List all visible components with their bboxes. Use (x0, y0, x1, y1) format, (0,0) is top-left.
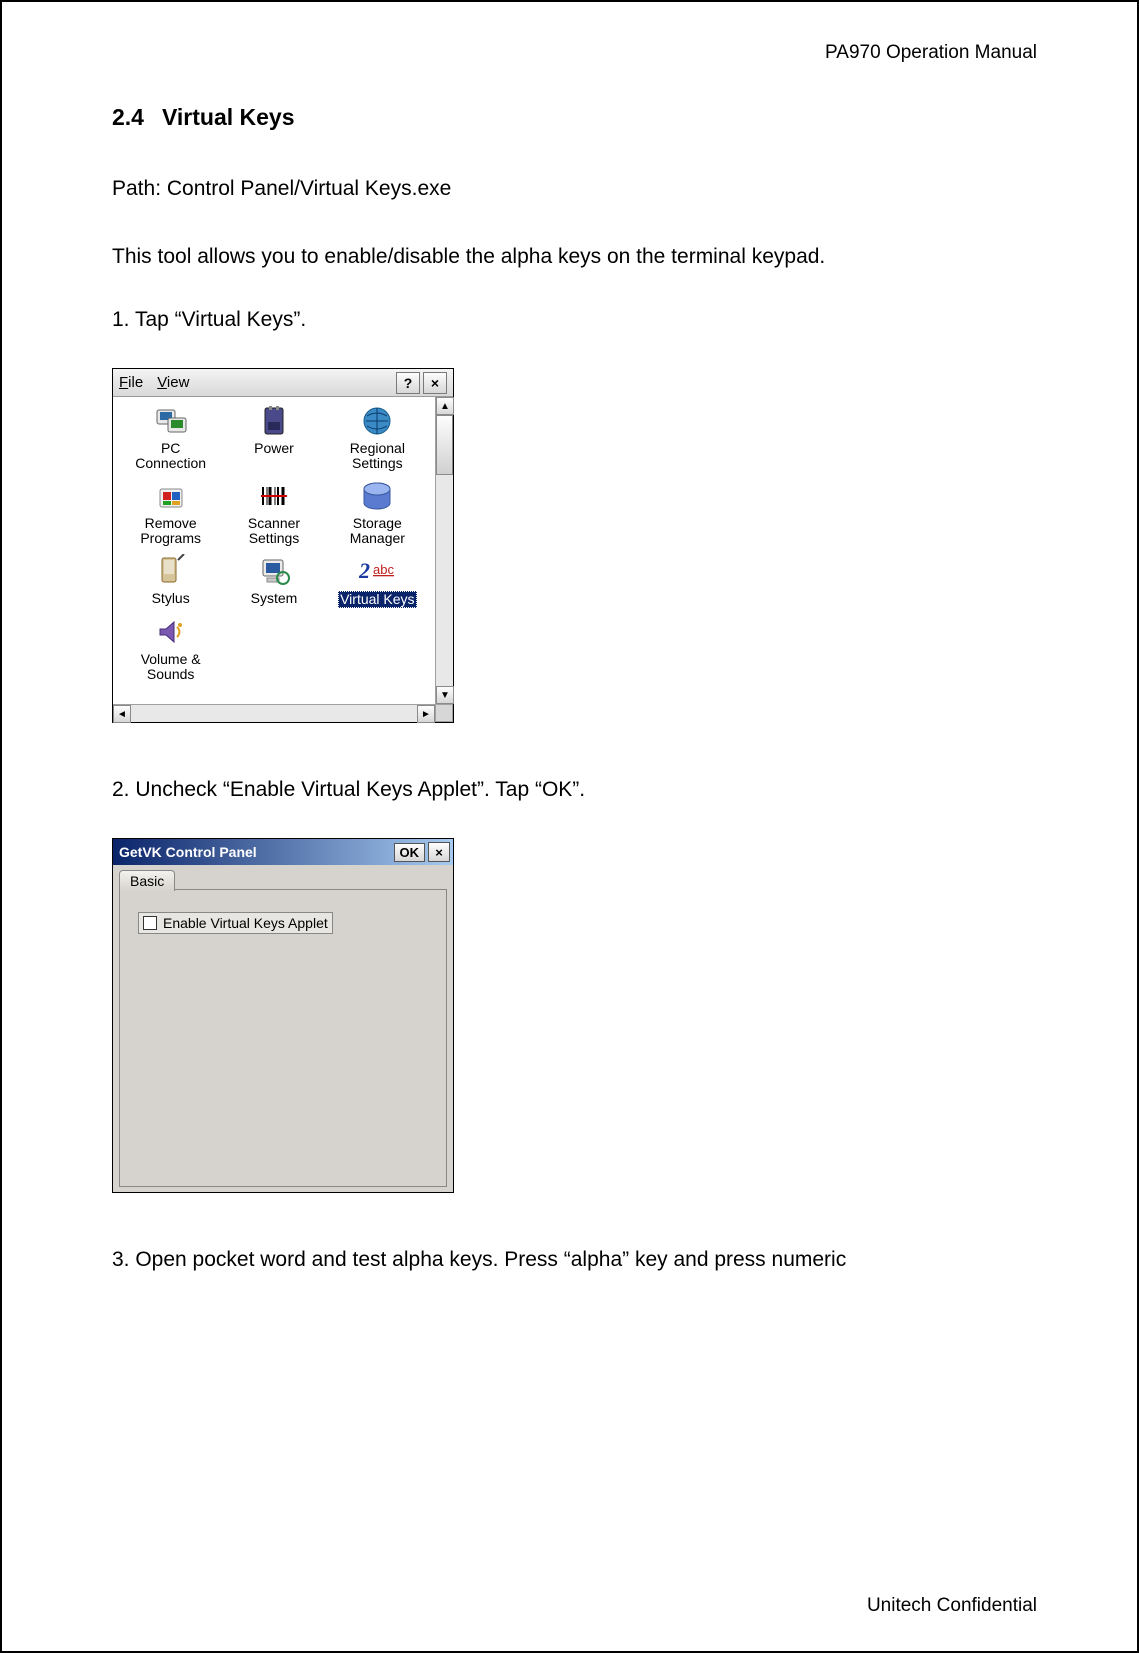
menubar: File View ? × (113, 369, 453, 397)
cp-item-regional-settings[interactable]: Regional Settings (328, 403, 427, 472)
cp-item-label: Scanner Settings (248, 516, 300, 547)
cp-item-label: PC Connection (135, 441, 206, 472)
cp-item-virtual-keys[interactable]: 2abc Virtual Keys (328, 553, 427, 608)
getvk-dialog-screenshot: GetVK Control Panel OK × Basic Enable Vi… (112, 838, 454, 1193)
step-3: 3. Open pocket word and test alpha keys.… (112, 1248, 1037, 1272)
vertical-scrollbar[interactable]: ▲ ▼ (435, 397, 453, 704)
scroll-up-icon[interactable]: ▲ (436, 397, 454, 415)
dialog-body: Basic Enable Virtual Keys Applet (113, 865, 453, 1192)
footer-confidential: Unitech Confidential (867, 1595, 1037, 1617)
cp-item-label: Regional Settings (350, 441, 405, 472)
path-line: Path: Control Panel/Virtual Keys.exe (112, 173, 1037, 205)
step-1: 1. Tap “Virtual Keys”. (112, 308, 1037, 332)
control-panel-body: PC Connection Power Regional Settings Remov… (113, 397, 435, 704)
storage-manager-icon (359, 478, 395, 514)
pc-connection-icon (153, 403, 189, 439)
menu-file[interactable]: File (119, 374, 143, 391)
horizontal-scrollbar[interactable]: ◄ ► (113, 704, 435, 722)
cp-item-label: Stylus (152, 591, 190, 606)
menu-view[interactable]: View (157, 374, 189, 391)
dialog-close-button[interactable]: × (428, 842, 450, 862)
stylus-icon (153, 553, 189, 589)
tab-basic[interactable]: Basic (119, 870, 175, 891)
power-icon (256, 403, 292, 439)
cp-item-remove-programs[interactable]: Remove Programs (121, 478, 220, 547)
tab-panel: Enable Virtual Keys Applet (119, 889, 447, 1187)
scroll-track-v[interactable] (436, 415, 453, 686)
ok-button[interactable]: OK (394, 843, 426, 862)
section-number: 2.4 (112, 104, 144, 130)
svg-text:abc: abc (373, 562, 394, 577)
cp-item-volume-sounds[interactable]: Volume & Sounds (121, 614, 220, 683)
remove-programs-icon (153, 478, 189, 514)
cp-item-label: Storage Manager (350, 516, 405, 547)
cp-item-pc-connection[interactable]: PC Connection (121, 403, 220, 472)
svg-text:2: 2 (359, 558, 370, 583)
cp-item-label: Remove Programs (140, 516, 201, 547)
help-button[interactable]: ? (396, 372, 420, 394)
doc-header-title: PA970 Operation Manual (112, 42, 1037, 64)
scroll-corner (435, 704, 453, 722)
cp-item-stylus[interactable]: Stylus (121, 553, 220, 608)
cp-item-power[interactable]: Power (224, 403, 323, 472)
dialog-titlebar: GetVK Control Panel OK × (113, 839, 453, 865)
scroll-down-icon[interactable]: ▼ (436, 686, 454, 704)
enable-vk-label: Enable Virtual Keys Applet (163, 915, 328, 931)
step-2: 2. Uncheck “Enable Virtual Keys Applet”.… (112, 778, 1037, 802)
scanner-settings-icon (256, 478, 292, 514)
document-page: PA970 Operation Manual 2.4 Virtual Keys P… (0, 0, 1139, 1653)
cp-item-storage-manager[interactable]: Storage Manager (328, 478, 427, 547)
cp-item-scanner-settings[interactable]: Scanner Settings (224, 478, 323, 547)
scroll-left-icon[interactable]: ◄ (113, 705, 131, 723)
close-button[interactable]: × (423, 372, 447, 394)
virtual-keys-icon: 2abc (359, 553, 395, 589)
volume-sounds-icon (153, 614, 189, 650)
section-heading: 2.4 Virtual Keys (112, 104, 1037, 131)
system-icon (256, 553, 292, 589)
tabstrip: Basic (119, 869, 447, 890)
enable-vk-row[interactable]: Enable Virtual Keys Applet (138, 912, 333, 934)
cp-item-system[interactable]: System (224, 553, 323, 608)
cp-item-label: Virtual Keys (338, 591, 416, 608)
scroll-right-icon[interactable]: ► (417, 705, 435, 723)
scroll-thumb-v[interactable] (436, 415, 453, 475)
scroll-track-h[interactable] (131, 705, 417, 722)
cp-item-label: Volume & Sounds (141, 652, 201, 683)
cp-item-label: Power (254, 441, 294, 456)
enable-vk-checkbox[interactable] (143, 916, 157, 930)
section-title-text: Virtual Keys (162, 104, 295, 130)
intro-text: This tool allows you to enable/disable t… (112, 241, 1037, 273)
regional-settings-icon (359, 403, 395, 439)
cp-item-label: System (251, 591, 298, 606)
dialog-title: GetVK Control Panel (119, 844, 257, 860)
control-panel-screenshot: File View ? × PC Connection Power Regional… (112, 368, 454, 723)
